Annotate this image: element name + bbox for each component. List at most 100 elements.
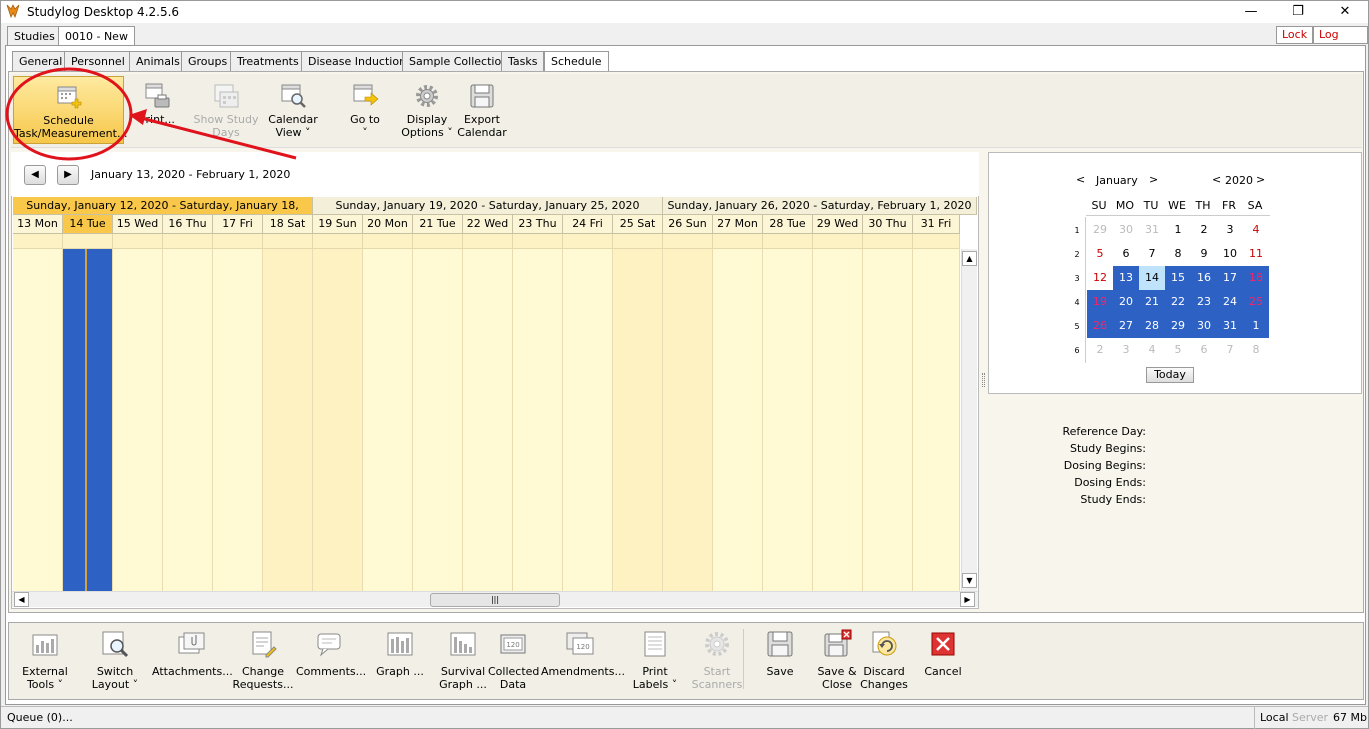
day-header[interactable]: 30 Thu bbox=[863, 215, 913, 234]
mini-day-cell[interactable]: 9 bbox=[1191, 242, 1217, 266]
calendar-view-button[interactable]: Calendar View ˅ bbox=[265, 76, 321, 144]
mini-day-cell[interactable]: 1 bbox=[1165, 218, 1191, 242]
all-day-cell[interactable] bbox=[13, 234, 63, 249]
mini-day-cell[interactable]: 20 bbox=[1113, 290, 1139, 314]
mini-day-cell[interactable]: 15 bbox=[1165, 266, 1191, 290]
save-close-button[interactable]: Save & Close bbox=[813, 629, 861, 691]
mini-day-cell[interactable]: 8 bbox=[1165, 242, 1191, 266]
mini-day-cell[interactable]: 12 bbox=[1087, 266, 1113, 290]
mini-day-cell[interactable]: 6 bbox=[1113, 242, 1139, 266]
mini-month-next-icon[interactable]: > bbox=[1149, 173, 1158, 186]
comment-button[interactable]: Comments... bbox=[296, 629, 366, 678]
tab-schedule[interactable]: Schedule bbox=[544, 51, 609, 72]
queue-status[interactable]: Queue (0)... bbox=[7, 711, 73, 724]
all-day-cell[interactable] bbox=[463, 234, 513, 249]
mini-day-cell[interactable]: 2 bbox=[1087, 338, 1113, 362]
all-day-cell[interactable] bbox=[813, 234, 863, 249]
day-header[interactable]: 26 Sun bbox=[663, 215, 713, 234]
all-day-cell[interactable] bbox=[263, 234, 313, 249]
mini-day-cell[interactable]: 21 bbox=[1139, 290, 1165, 314]
mini-day-cell[interactable]: 10 bbox=[1217, 242, 1243, 266]
splitter-handle[interactable] bbox=[982, 373, 985, 387]
collected-data-button[interactable]: 120 Collected Data bbox=[488, 629, 539, 691]
all-day-cell[interactable] bbox=[563, 234, 613, 249]
amendments-button[interactable]: 120 Amendments... bbox=[541, 629, 625, 678]
day-column[interactable] bbox=[13, 249, 63, 591]
day-header[interactable]: 15 Wed bbox=[113, 215, 163, 234]
mini-day-cell[interactable]: 18 bbox=[1243, 266, 1269, 290]
tab-sample-collection[interactable]: Sample Collection bbox=[402, 51, 516, 71]
all-day-cell[interactable] bbox=[63, 234, 113, 249]
mini-day-cell[interactable]: 22 bbox=[1165, 290, 1191, 314]
day-header[interactable]: 14 Tue bbox=[63, 215, 113, 234]
mini-day-cell[interactable]: 8 bbox=[1243, 338, 1269, 362]
magnifier-button[interactable]: Switch Layout ˅ bbox=[89, 629, 141, 691]
all-day-cell[interactable] bbox=[513, 234, 563, 249]
tab-study-0010[interactable]: 0010 - New bbox=[58, 26, 135, 46]
all-day-cell[interactable] bbox=[863, 234, 913, 249]
mini-day-cell[interactable]: 6 bbox=[1191, 338, 1217, 362]
day-column[interactable] bbox=[513, 249, 563, 591]
mini-week-number[interactable]: 6 bbox=[1072, 346, 1082, 355]
day-header[interactable]: 17 Fri bbox=[213, 215, 263, 234]
mini-day-cell[interactable]: 3 bbox=[1113, 338, 1139, 362]
mini-day-cell[interactable]: 7 bbox=[1139, 242, 1165, 266]
mini-week-number[interactable]: 5 bbox=[1072, 322, 1082, 331]
day-column[interactable] bbox=[913, 249, 960, 591]
day-header[interactable]: 20 Mon bbox=[363, 215, 413, 234]
week-header-3[interactable]: Sunday, January 26, 2020 - Saturday, Feb… bbox=[663, 197, 977, 215]
all-day-cell[interactable] bbox=[413, 234, 463, 249]
prev-period-button[interactable]: ◀ bbox=[24, 165, 46, 185]
mini-day-cell[interactable]: 30 bbox=[1113, 218, 1139, 242]
export-calendar-button[interactable]: Export Calendar bbox=[454, 76, 510, 144]
mini-day-cell[interactable]: 4 bbox=[1243, 218, 1269, 242]
day-column[interactable] bbox=[263, 249, 313, 591]
day-header[interactable]: 22 Wed bbox=[463, 215, 513, 234]
scroll-up-button[interactable]: ▲ bbox=[962, 251, 977, 266]
day-column[interactable] bbox=[713, 249, 763, 591]
all-day-cell[interactable] bbox=[213, 234, 263, 249]
close-button[interactable]: ✕ bbox=[1331, 3, 1359, 21]
save-button[interactable]: Save bbox=[759, 629, 801, 678]
scroll-left-button[interactable]: ◀ bbox=[14, 592, 29, 607]
schedule-task-button[interactable]: Schedule Task/Measurement... bbox=[13, 76, 127, 144]
print-button[interactable]: Print... bbox=[129, 76, 185, 144]
day-header[interactable]: 24 Fri bbox=[563, 215, 613, 234]
graph-button[interactable]: Graph ... bbox=[373, 629, 427, 678]
day-column[interactable] bbox=[463, 249, 513, 591]
tab-personnel[interactable]: Personnel bbox=[64, 51, 132, 71]
day-column[interactable] bbox=[113, 249, 163, 591]
all-day-cell[interactable] bbox=[313, 234, 363, 249]
show-study-days-button[interactable]: Show Study Days bbox=[189, 76, 263, 144]
tab-studies[interactable]: Studies bbox=[7, 26, 62, 46]
mini-week-number[interactable]: 4 bbox=[1072, 298, 1082, 307]
day-column[interactable] bbox=[763, 249, 813, 591]
all-day-cell[interactable] bbox=[913, 234, 960, 249]
day-header[interactable]: 16 Thu bbox=[163, 215, 213, 234]
mini-week-number[interactable]: 2 bbox=[1072, 250, 1082, 259]
day-header[interactable]: 13 Mon bbox=[13, 215, 63, 234]
vertical-scrollbar[interactable]: ▲ ▼ bbox=[961, 249, 977, 591]
mini-day-cell[interactable]: 2 bbox=[1191, 218, 1217, 242]
day-header[interactable]: 21 Tue bbox=[413, 215, 463, 234]
mini-day-cell[interactable]: 24 bbox=[1217, 290, 1243, 314]
mini-month-prev-icon[interactable]: < bbox=[1076, 173, 1085, 186]
day-column[interactable] bbox=[63, 249, 113, 591]
lock-button[interactable]: Lock bbox=[1276, 26, 1314, 44]
mini-day-cell[interactable]: 28 bbox=[1139, 314, 1165, 338]
mini-day-cell[interactable]: 31 bbox=[1139, 218, 1165, 242]
day-column[interactable] bbox=[213, 249, 263, 591]
mini-year-prev-icon[interactable]: < bbox=[1212, 173, 1221, 186]
mini-week-number[interactable]: 1 bbox=[1072, 226, 1082, 235]
scroll-down-button[interactable]: ▼ bbox=[962, 573, 977, 588]
scanner-gear-button[interactable]: Start Scanners bbox=[689, 629, 745, 691]
minimize-button[interactable]: — bbox=[1237, 3, 1265, 21]
day-header[interactable]: 31 Fri bbox=[913, 215, 960, 234]
day-column[interactable] bbox=[863, 249, 913, 591]
discard-button[interactable]: Discard Changes bbox=[857, 629, 911, 691]
all-day-cell[interactable] bbox=[113, 234, 163, 249]
mini-year-next-icon[interactable]: > bbox=[1256, 173, 1265, 186]
mini-day-cell[interactable]: 5 bbox=[1165, 338, 1191, 362]
scroll-right-button[interactable]: ▶ bbox=[960, 592, 975, 607]
day-column[interactable] bbox=[813, 249, 863, 591]
